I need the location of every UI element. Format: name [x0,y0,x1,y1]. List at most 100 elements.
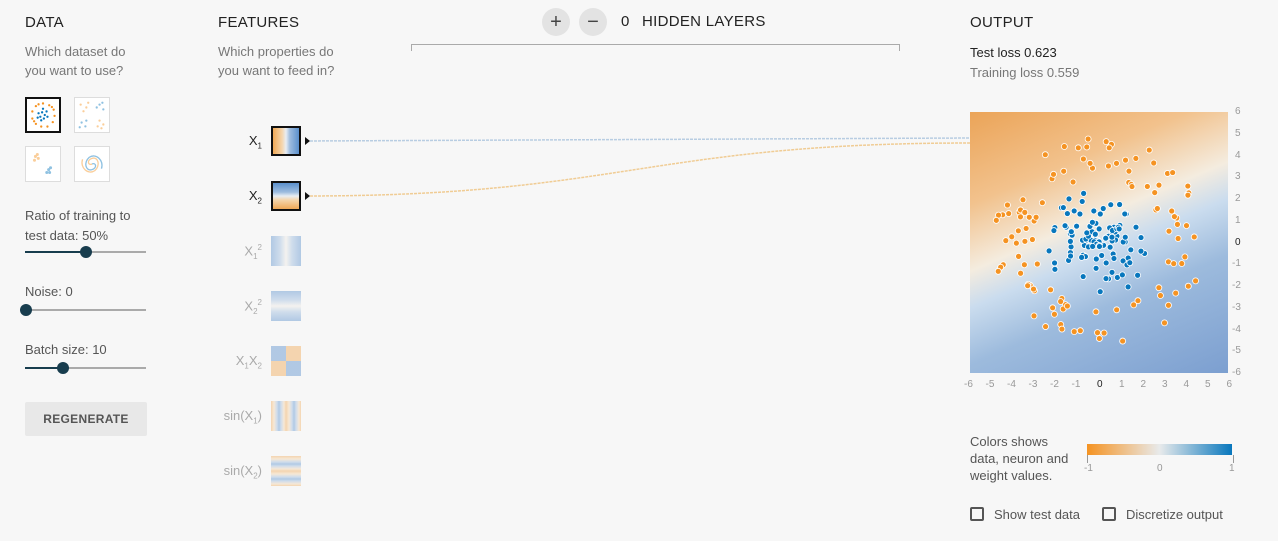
data-point [1174,220,1181,228]
feature-x2-toggle[interactable] [271,181,301,211]
data-point [1038,199,1046,207]
y-tick: 6 [1235,106,1241,117]
data-point [1102,234,1110,242]
data-point [1066,237,1074,245]
data-point [1084,135,1092,143]
data-point [1017,269,1025,277]
data-point [1012,239,1020,247]
colors-explanation-line2: data, neuron and [970,451,1069,466]
data-point [1070,207,1078,215]
feature-sinx2-label-main: sin(X [223,463,254,478]
test-loss: Test loss 0.623 [970,45,1057,60]
data-point [1086,159,1094,167]
data-point [1073,222,1081,230]
data-point [1002,237,1010,245]
data-point [1065,195,1073,203]
x-tick: 0 [1097,379,1103,390]
data-point [1130,301,1138,309]
data-point [1076,327,1084,335]
data-point [1067,243,1075,251]
show-test-data-label[interactable]: Show test data [994,507,1080,522]
discretize-output-label[interactable]: Discretize output [1126,507,1223,522]
discretize-output-checkbox[interactable] [1102,507,1116,521]
feature-x2sq-toggle[interactable] [271,291,301,321]
output-heatmap [970,112,1228,373]
feature-x2sq-label: X22 [222,298,262,316]
data-point [1125,167,1133,175]
show-test-data-checkbox[interactable] [970,507,984,521]
feature-x2sq-label-sub: 2 [253,306,258,316]
data-point [1155,284,1163,292]
x-tick: 4 [1183,379,1190,390]
data-point [1021,237,1029,245]
data-point [1161,319,1168,327]
data-point [1137,234,1145,241]
feature-x1x2-toggle[interactable] [271,346,301,376]
data-point [1089,242,1097,250]
feature-sinx1-label-main: sin(X [223,408,254,423]
data-point [1105,162,1112,170]
x-tick: 1 [1119,379,1125,390]
data-point [1113,159,1120,167]
hidden-layers-bracket [411,44,900,51]
colors-explanation-line1: Colors shows [970,434,1049,449]
data-point [1019,196,1027,204]
x-tick: -4 [1007,379,1016,390]
data-point [1080,155,1087,163]
data-point [1165,301,1172,309]
data-point [1168,207,1176,215]
feature-x1-label-main: X [248,133,258,148]
data-point [1030,312,1038,320]
data-point [1155,181,1163,189]
data-point [1171,213,1178,220]
feature-x1-toggle[interactable] [271,126,301,156]
x-axis-ticks: -6 -5 -4 -3 -2 -1 0 1 2 3 4 5 6 [964,379,1244,393]
data-point [1121,210,1129,218]
data-point [1143,183,1151,190]
remove-layer-button[interactable]: − [579,8,607,36]
data-point [1021,208,1029,216]
data-point [1094,329,1101,337]
feature-sinx1-toggle[interactable] [271,401,301,431]
y-tick: 3 [1235,171,1241,183]
data-point [1181,253,1189,261]
data-point [1004,201,1011,209]
feature-x1sq-label: X12 [222,243,262,261]
feature-x2-label-sub: 2 [257,196,262,206]
x-tick: 2 [1140,379,1147,390]
feature-x1sq-toggle[interactable] [271,236,301,266]
data-point [1069,178,1077,186]
data-point [1051,310,1058,318]
data-point [1137,247,1145,255]
data-point [1116,201,1124,208]
data-point [1105,144,1113,152]
data-point [1083,229,1091,237]
data-point [1005,210,1013,217]
feature-x2-label: X2 [222,188,262,206]
data-point [1121,233,1129,241]
data-point [1091,230,1099,238]
x-tick: 3 [1162,379,1168,390]
data-point [1030,285,1037,293]
data-point [1033,260,1041,268]
add-layer-button[interactable]: + [542,8,570,36]
hidden-layer-count: 0 [621,13,630,30]
data-point [1090,207,1098,215]
data-point [1096,210,1104,218]
data-point [992,216,1000,224]
data-point [1127,246,1135,254]
data-point [1067,228,1075,236]
data-point [1008,233,1016,241]
data-point [1051,265,1059,273]
y-tick: -4 [1232,323,1241,335]
color-legend-bar [1087,444,1232,455]
data-point [1151,189,1159,196]
feature-sinx2-toggle[interactable] [271,456,301,486]
feature-x1-label-sub: 1 [257,141,262,151]
color-legend-ticks [1087,455,1234,463]
data-point [1079,273,1087,280]
data-point [1145,146,1153,154]
training-loss: Training loss 0.559 [970,65,1080,80]
data-point [1184,282,1192,290]
x-tick: -3 [1028,379,1038,390]
